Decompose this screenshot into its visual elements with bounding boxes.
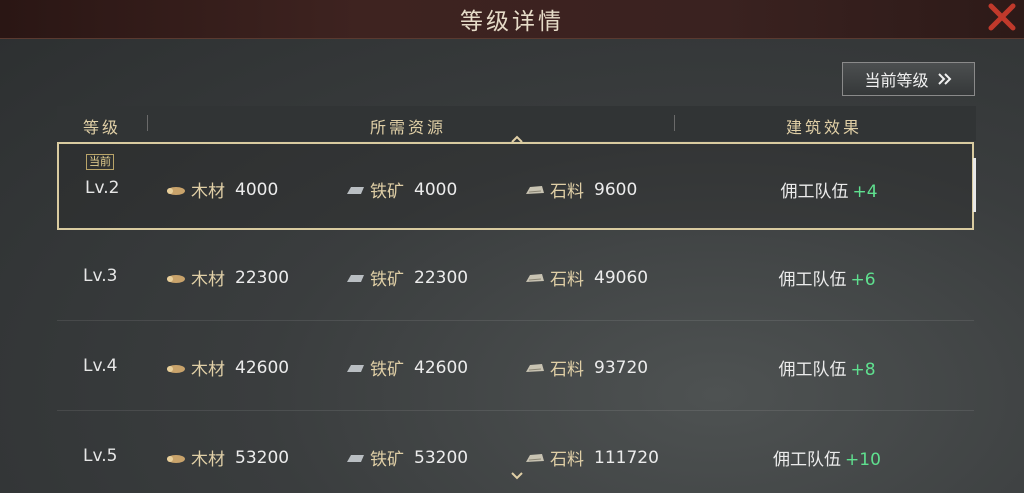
level-row[interactable]: Lv.4 木材 42600 铁矿 42600 石料 93720 佣工队伍 +8: [57, 322, 974, 411]
header-divider: [674, 115, 675, 131]
wood-log-icon: [167, 186, 185, 195]
building-effect: 佣工队伍 +6: [737, 265, 917, 290]
wood-cost: 木材 22300: [165, 265, 289, 290]
stone-label: 石料: [550, 182, 584, 202]
iron-amount: 22300: [414, 267, 469, 288]
iron-label: 铁矿: [370, 360, 404, 380]
iron-cost: 铁矿 53200: [344, 445, 468, 470]
scroll-down-arrow-icon[interactable]: [511, 472, 523, 480]
wood-cost: 木材 4000: [165, 177, 278, 202]
stone-amount: 111720: [594, 447, 659, 468]
effect-bonus: +8: [850, 360, 876, 380]
level-row-current[interactable]: 当前 Lv.2 木材 4000 铁矿 4000 石料 9600 佣工队伍 +4: [57, 142, 974, 230]
stone-block-icon: [526, 453, 544, 462]
close-x-icon: [988, 3, 1016, 31]
level-label: Lv.3: [83, 266, 118, 286]
wood-log-icon: [167, 274, 185, 283]
header-resources: 所需资源: [370, 118, 447, 137]
wood-log-icon: [167, 364, 185, 373]
wood-amount: 42600: [235, 357, 290, 378]
iron-label: 铁矿: [370, 270, 404, 290]
header-effect: 建筑效果: [786, 118, 863, 137]
wood-label: 木材: [191, 270, 225, 290]
stone-label: 石料: [550, 360, 584, 380]
iron-amount: 42600: [414, 357, 469, 378]
building-effect: 佣工队伍 +4: [739, 177, 919, 202]
stone-block-icon: [526, 363, 544, 372]
wood-label: 木材: [191, 450, 225, 470]
effect-label: 佣工队伍: [780, 182, 849, 202]
effect-label: 佣工队伍: [778, 360, 847, 380]
stone-amount: 93720: [594, 357, 649, 378]
wood-label: 木材: [191, 360, 225, 380]
stone-label: 石料: [550, 450, 584, 470]
wood-label: 木材: [191, 182, 225, 202]
iron-cost: 铁矿 22300: [344, 265, 468, 290]
close-button[interactable]: [984, 0, 1020, 34]
current-level-label: 当前等级: [864, 71, 929, 90]
stone-cost: 石料 9600: [524, 177, 637, 202]
wood-cost: 木材 42600: [165, 355, 289, 380]
effect-bonus: +4: [852, 182, 878, 202]
effect-label: 佣工队伍: [778, 270, 847, 290]
iron-label: 铁矿: [370, 450, 404, 470]
building-effect: 佣工队伍 +10: [737, 445, 917, 470]
stone-amount: 49060: [594, 267, 649, 288]
effect-label: 佣工队伍: [773, 450, 842, 470]
current-badge: 当前: [86, 154, 114, 170]
iron-amount: 53200: [414, 447, 469, 468]
stone-amount: 9600: [594, 179, 638, 200]
level-label: Lv.5: [83, 446, 118, 466]
stone-block-icon: [526, 185, 544, 194]
effect-bonus: +6: [850, 270, 876, 290]
stone-cost: 石料 93720: [524, 355, 648, 380]
iron-amount: 4000: [414, 179, 458, 200]
double-chevron-right-icon: [937, 73, 951, 85]
iron-ingot-icon: [347, 274, 364, 282]
level-label: Lv.2: [85, 178, 120, 198]
stone-block-icon: [526, 273, 544, 282]
level-row[interactable]: Lv.3 木材 22300 铁矿 22300 石料 49060 佣工队伍 +6: [57, 232, 974, 321]
window-title: 等级详情: [460, 9, 564, 35]
stone-cost: 石料 111720: [524, 445, 659, 470]
wood-amount: 22300: [235, 267, 290, 288]
iron-label: 铁矿: [370, 182, 404, 202]
iron-ingot-icon: [347, 454, 364, 462]
stone-cost: 石料 49060: [524, 265, 648, 290]
wood-amount: 4000: [235, 179, 279, 200]
wood-amount: 53200: [235, 447, 290, 468]
wood-log-icon: [167, 454, 185, 463]
iron-cost: 铁矿 4000: [344, 177, 457, 202]
level-label: Lv.4: [83, 356, 118, 376]
effect-bonus: +10: [845, 450, 881, 470]
current-level-button[interactable]: 当前等级: [842, 62, 975, 96]
building-effect: 佣工队伍 +8: [737, 355, 917, 380]
iron-cost: 铁矿 42600: [344, 355, 468, 380]
header-divider: [147, 115, 148, 131]
stone-label: 石料: [550, 270, 584, 290]
header-level: 等级: [83, 118, 122, 137]
wood-cost: 木材 53200: [165, 445, 289, 470]
iron-ingot-icon: [347, 364, 364, 372]
scroll-thumb[interactable]: [973, 158, 976, 212]
title-bar: 等级详情: [0, 0, 1024, 39]
iron-ingot-icon: [347, 186, 364, 194]
